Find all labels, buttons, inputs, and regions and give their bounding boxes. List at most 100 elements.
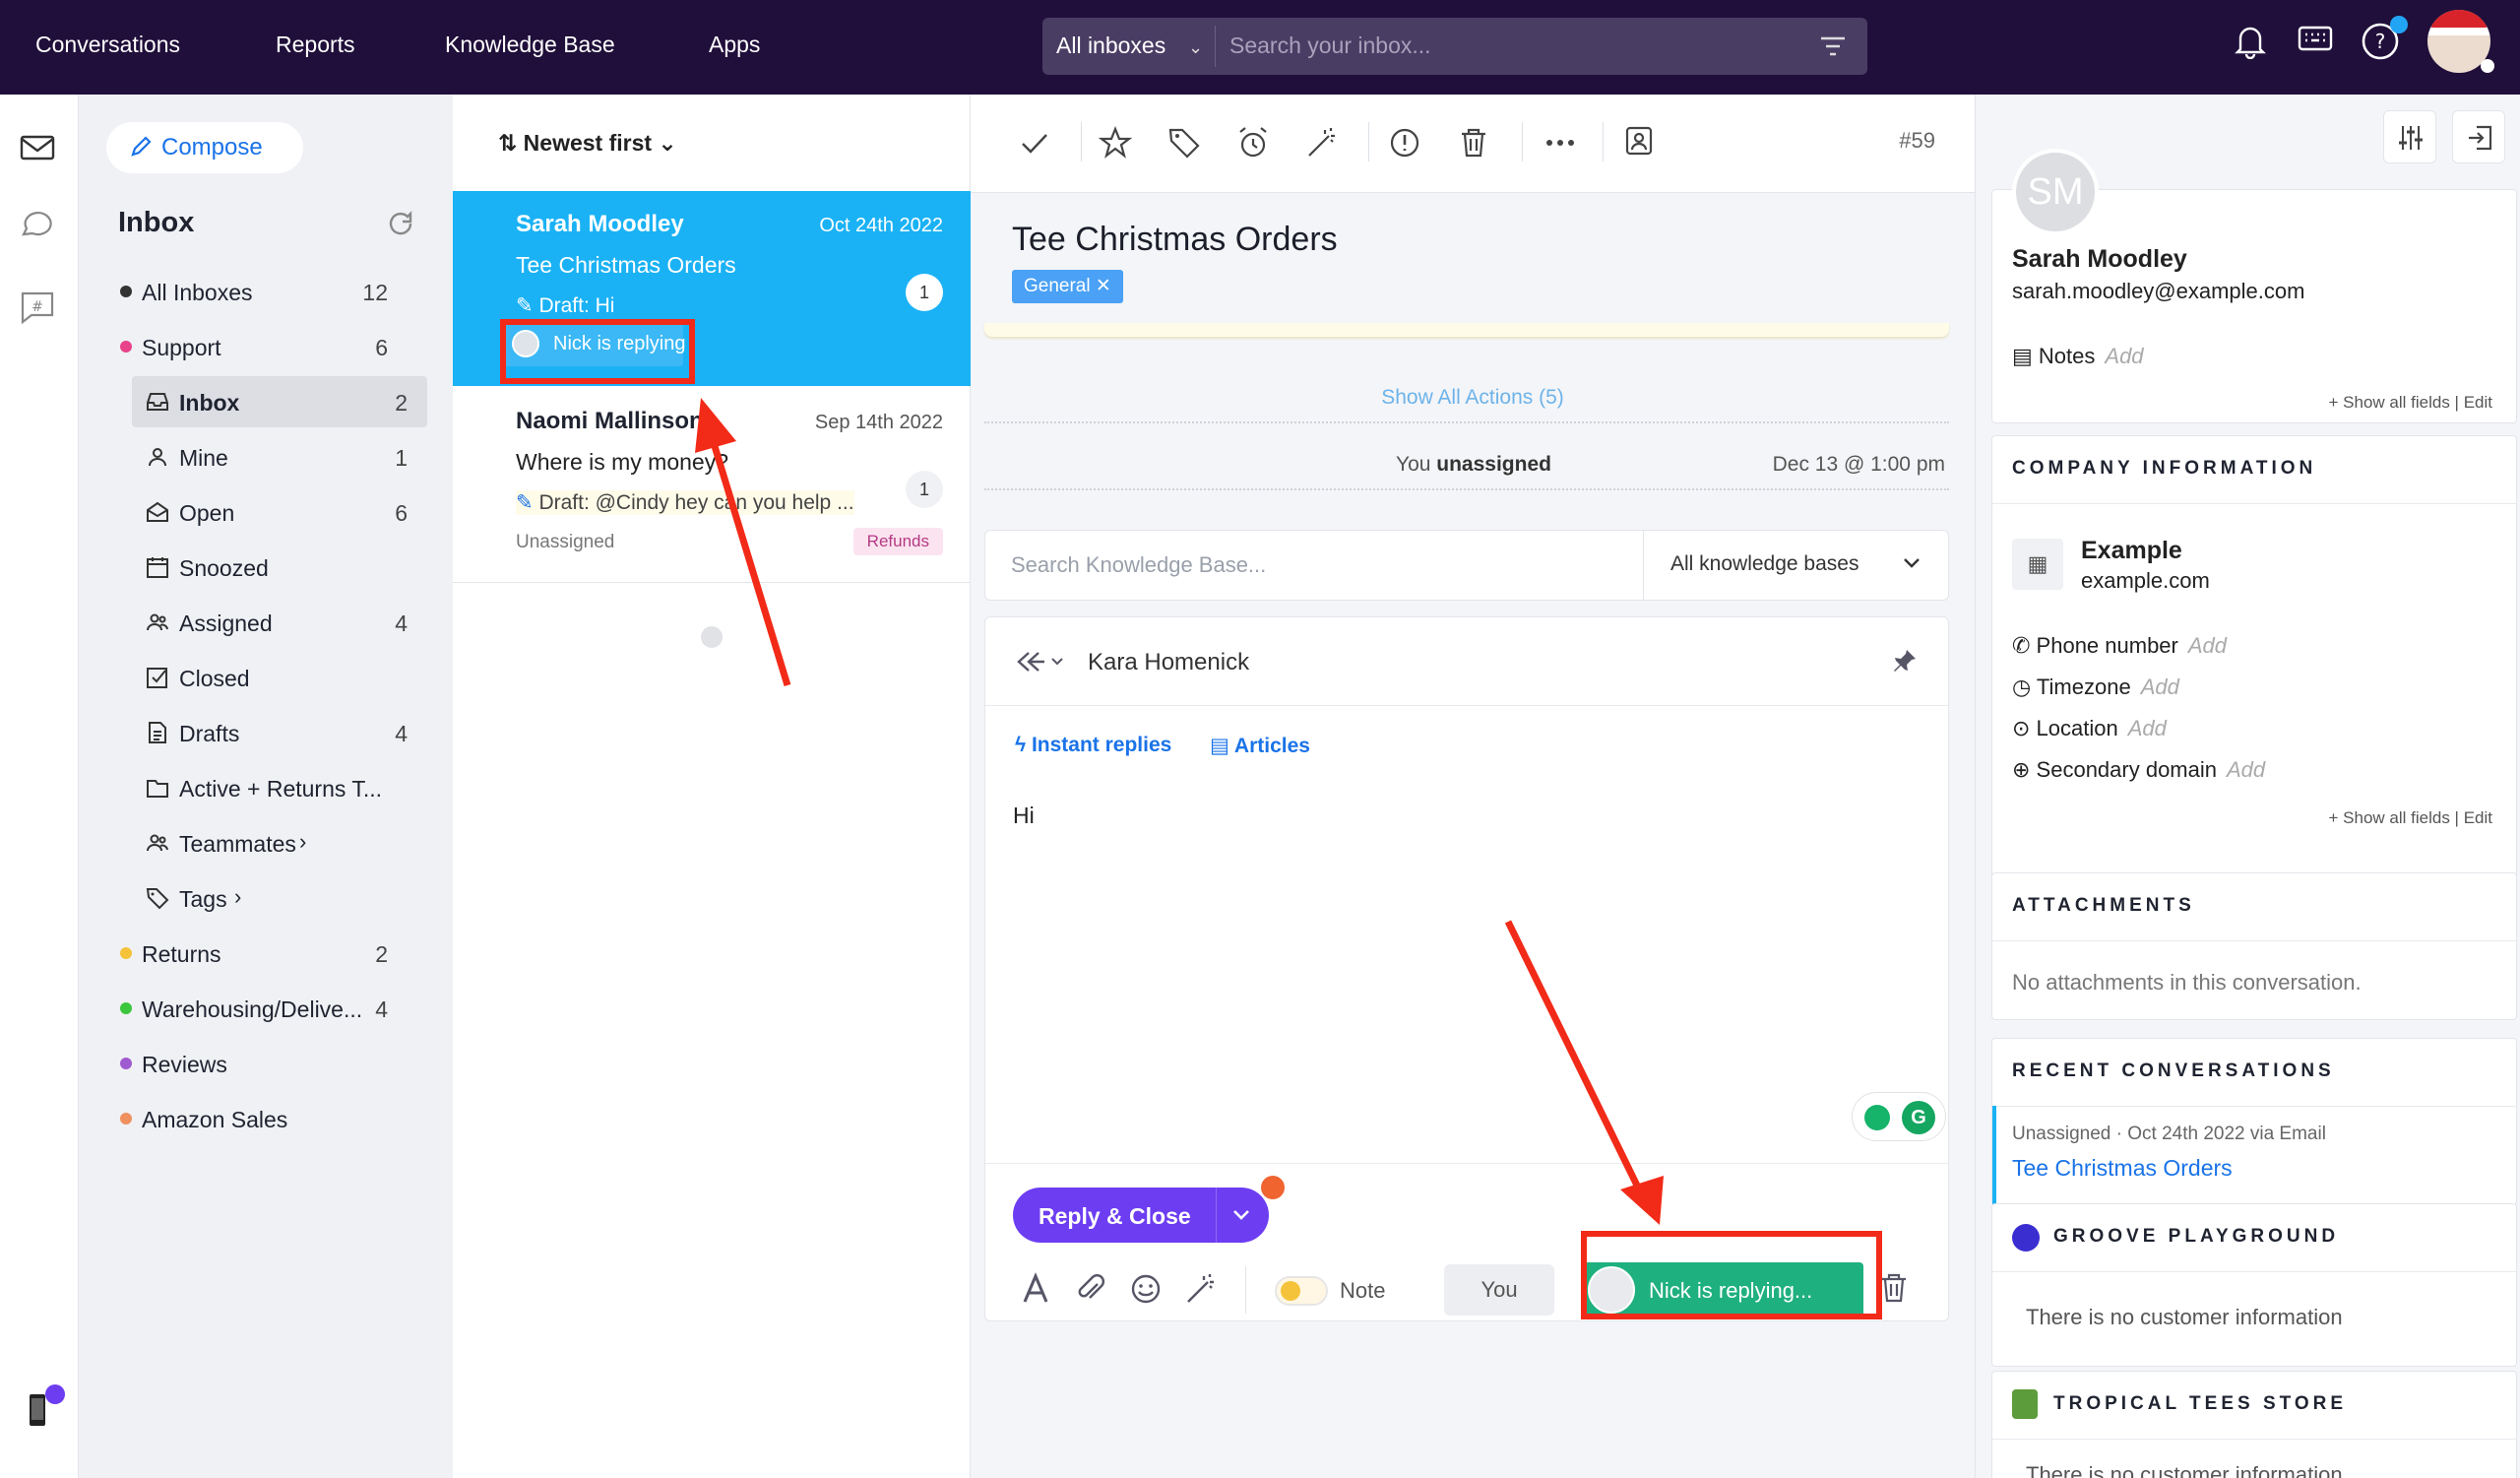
nav-knowledge-base[interactable]: Knowledge Base — [445, 32, 615, 58]
chat-bubble-icon[interactable] — [18, 207, 57, 246]
sort-dropdown[interactable]: ⇅ Newest first ⌄ — [498, 130, 677, 157]
subfolder-snoozed[interactable]: Snoozed — [132, 542, 427, 593]
channel-chat-icon[interactable]: # — [18, 288, 57, 327]
kb-search-input[interactable]: Search Knowledge Base... — [1011, 552, 1266, 578]
check-icon[interactable] — [1018, 126, 1051, 160]
chevron-down-icon: ⌄ — [1188, 37, 1204, 57]
timezone-field[interactable]: ◷ Timezone Add — [2012, 675, 2179, 700]
card-heading: RECENT CONVERSATIONS — [2012, 1060, 2335, 1081]
customer-name: Sarah Moodley — [2012, 245, 2187, 273]
compose-button[interactable]: Compose — [106, 122, 303, 173]
svg-text:#: # — [32, 299, 43, 315]
reply-all-icon[interactable] — [1015, 651, 1066, 673]
assign-user-icon[interactable] — [1622, 124, 1656, 158]
reply-composer: Kara Homenick ϟ Instant replies ▤ Articl… — [984, 616, 1949, 1321]
show-all-actions-link[interactable]: Show All Actions (5) — [971, 386, 1975, 410]
subfolder-open[interactable]: Open 6 — [132, 486, 427, 538]
recent-conversation-link[interactable]: Tee Christmas Orders — [2012, 1155, 2233, 1182]
conversation-from: Naomi Mallinson — [516, 408, 704, 434]
nav-reports[interactable]: Reports — [276, 32, 355, 58]
refresh-icon[interactable] — [386, 209, 415, 238]
tropical-tees-card: TROPICAL TEES STORE There is no customer… — [1991, 1371, 2517, 1478]
tag-icon — [146, 888, 169, 910]
subfolder-drafts[interactable]: Drafts 4 — [132, 707, 427, 758]
folder-count: 2 — [375, 941, 388, 967]
chevron-down-icon[interactable] — [1901, 552, 1922, 574]
star-icon[interactable] — [1099, 126, 1132, 160]
show-all-fields-link[interactable]: + Show all fields | Edit — [2329, 808, 2493, 828]
kb-select[interactable]: All knowledge bases — [1670, 552, 1858, 576]
keyboard-icon[interactable] — [2298, 24, 2333, 53]
chevron-right-icon: › — [234, 884, 242, 909]
subfolder-inbox[interactable]: Inbox 2 — [132, 376, 427, 427]
search-bar[interactable]: All inboxes ⌄ Search your inbox... — [1042, 18, 1867, 75]
spam-alert-icon[interactable] — [1388, 126, 1421, 160]
subfolder-active-returns[interactable]: Active + Returns T... — [132, 762, 427, 813]
attachment-icon[interactable] — [1074, 1272, 1107, 1306]
search-scope-select[interactable]: All inboxes — [1056, 32, 1166, 59]
message-body[interactable]: Hi — [1013, 803, 1035, 829]
customize-sidebar-button[interactable] — [2383, 110, 2436, 163]
text-format-icon[interactable] — [1019, 1272, 1052, 1306]
phone-field[interactable]: ✆ Phone number Add — [2012, 633, 2227, 659]
articles-button[interactable]: ▤ Articles — [1210, 734, 1310, 758]
close-icon[interactable]: ✕ — [1091, 276, 1111, 296]
conversation-draft: ✎ Draft: @Cindy hey can you help ... — [516, 490, 854, 515]
filter-icon[interactable] — [1820, 35, 1846, 57]
document-icon: ▤ — [2012, 344, 2039, 368]
nav-apps[interactable]: Apps — [709, 32, 760, 58]
emoji-icon[interactable] — [1129, 1272, 1163, 1306]
snooze-alarm-icon[interactable] — [1236, 126, 1270, 160]
folder-reviews[interactable]: Reviews — [102, 1038, 408, 1089]
location-field[interactable]: ⊙ Location Add — [2012, 716, 2167, 741]
grammarly-widget[interactable]: G — [1852, 1092, 1946, 1141]
nav-conversations[interactable]: Conversations — [35, 32, 180, 58]
trash-icon[interactable] — [1879, 1272, 1909, 1304]
notes-field[interactable]: ▤ Notes Add — [2012, 344, 2144, 369]
folder-all-inboxes[interactable]: All Inboxes 12 — [102, 266, 408, 317]
card-heading: TROPICAL TEES STORE — [2053, 1393, 2348, 1414]
subfolder-closed[interactable]: Closed — [132, 652, 427, 703]
folder-label: Open — [179, 500, 235, 526]
inbox-icon — [147, 393, 168, 411]
magic-wand-icon[interactable] — [1184, 1272, 1218, 1306]
secondary-domain-field[interactable]: ⊕ Secondary domain Add — [2012, 757, 2265, 783]
more-icon[interactable] — [1544, 126, 1577, 160]
pin-icon[interactable] — [1891, 647, 1919, 675]
recipient-name[interactable]: Kara Homenick — [1088, 649, 1249, 676]
folder-returns[interactable]: Returns 2 — [102, 928, 408, 979]
reply-close-button[interactable]: Reply & Close — [1013, 1176, 1285, 1243]
folder-amazon-sales[interactable]: Amazon Sales — [102, 1093, 408, 1144]
note-toggle[interactable] — [1275, 1276, 1328, 1306]
folder-dot — [120, 1113, 132, 1125]
folder-warehousing[interactable]: Warehousing/Delive... 4 — [102, 983, 408, 1034]
folder-label: Inbox — [179, 390, 240, 416]
chevron-down-icon[interactable] — [1229, 1203, 1253, 1227]
label-chip[interactable]: General ✕ — [1012, 270, 1123, 303]
search-input[interactable]: Search your inbox... — [1229, 32, 1431, 59]
conversation-item[interactable]: Naomi Mallinson Sep 14th 2022 Where is m… — [453, 388, 971, 583]
subfolder-tags[interactable]: Tags › — [132, 872, 427, 924]
conversation-from: Sarah Moodley — [516, 211, 684, 237]
instant-replies-button[interactable]: ϟ Instant replies — [1015, 734, 1171, 757]
magic-wand-icon[interactable] — [1305, 126, 1339, 160]
message-count-badge: 1 — [906, 274, 943, 311]
conversation-date: Oct 24th 2022 — [819, 215, 943, 236]
note-label: Note — [1340, 1278, 1386, 1303]
subfolder-teammates[interactable]: Teammates › — [132, 817, 427, 868]
message-count-badge: 1 — [906, 471, 943, 508]
subfolder-assigned[interactable]: Assigned 4 — [132, 597, 427, 648]
folder-dot — [120, 286, 132, 297]
trash-icon[interactable] — [1457, 126, 1490, 160]
bell-icon[interactable] — [2235, 24, 2266, 59]
subfolder-mine[interactable]: Mine 1 — [132, 431, 427, 482]
conversation-status: Unassigned — [516, 532, 615, 552]
envelope-icon[interactable] — [18, 128, 57, 167]
tag-icon[interactable] — [1167, 126, 1201, 160]
company-name: Example — [2081, 537, 2182, 564]
notification-dot — [45, 1384, 65, 1404]
assignee-you-button[interactable]: You — [1444, 1264, 1554, 1316]
show-all-fields-link[interactable]: + Show all fields | Edit — [2329, 393, 2493, 413]
collapse-sidebar-button[interactable] — [2452, 110, 2505, 163]
folder-support[interactable]: Support 6 — [102, 321, 408, 372]
